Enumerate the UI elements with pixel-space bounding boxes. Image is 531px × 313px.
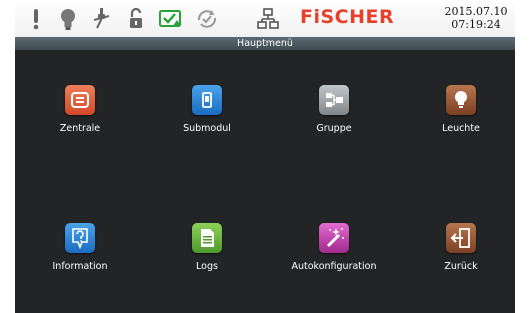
exit-door-icon — [446, 223, 476, 253]
menu-item-zurueck[interactable]: Zurück — [401, 223, 521, 283]
menu-item-information[interactable]: Information — [20, 223, 140, 283]
central-unit-icon — [65, 85, 95, 115]
logs-icon — [192, 223, 222, 253]
bulb-icon[interactable] — [55, 6, 81, 32]
menu-grid: Zentrale Submodul Gruppe Leuchte Informa… — [15, 50, 515, 313]
brand-logo: FiSCHER — [300, 6, 395, 28]
menu-item-submodul[interactable]: Submodul — [147, 85, 267, 145]
page-title: Hauptmenü — [15, 37, 515, 50]
menu-item-label: Logs — [196, 261, 218, 272]
information-icon — [65, 223, 95, 253]
battery-check-icon[interactable] — [158, 6, 184, 32]
luminaire-icon — [446, 85, 476, 115]
group-icon — [319, 85, 349, 115]
menu-item-label: Gruppe — [316, 123, 352, 134]
sync-icon[interactable] — [194, 6, 220, 32]
datetime: 2015.07.10 07:19:24 — [441, 5, 511, 31]
menu-item-label: Submodul — [183, 123, 231, 134]
time-label: 07:19:24 — [451, 18, 501, 31]
menu-item-gruppe[interactable]: Gruppe — [274, 85, 394, 145]
menu-item-leuchte[interactable]: Leuchte — [401, 85, 521, 145]
unlock-icon[interactable] — [123, 6, 149, 32]
menu-item-label: Information — [52, 261, 108, 272]
menu-item-label: Zentrale — [59, 123, 101, 134]
magic-wand-icon — [319, 223, 349, 253]
alert-icon[interactable] — [23, 6, 49, 32]
menu-item-logs[interactable]: Logs — [147, 223, 267, 283]
date-label: 2015.07.10 — [444, 5, 508, 18]
plug-icon[interactable] — [89, 6, 115, 32]
menu-item-label: Leuchte — [442, 123, 480, 134]
menu-item-zentrale[interactable]: Zentrale — [20, 85, 140, 145]
menu-item-autokonfiguration[interactable]: Autokonfiguration — [274, 223, 394, 283]
network-icon[interactable] — [255, 6, 281, 32]
menu-item-label: Zurück — [444, 261, 478, 272]
submodule-icon — [192, 85, 222, 115]
status-bar: FiSCHER 2015.07.10 07:19:24 — [15, 0, 515, 37]
menu-item-label: Autokonfiguration — [291, 261, 377, 272]
app-frame: FiSCHER 2015.07.10 07:19:24 Hauptmenü Ze… — [15, 0, 515, 313]
